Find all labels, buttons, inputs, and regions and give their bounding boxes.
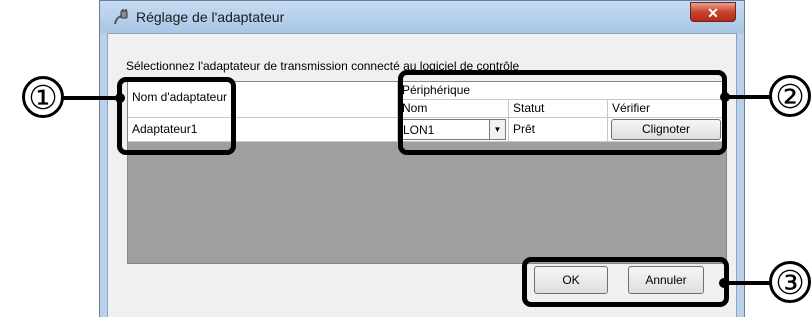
callout-dot-1 bbox=[115, 93, 125, 103]
callout-dot-3 bbox=[719, 278, 729, 288]
title-bar[interactable]: Réglage de l'adaptateur ✕ bbox=[100, 1, 744, 33]
callout-frame-1 bbox=[117, 77, 236, 155]
callout-leader-2 bbox=[725, 95, 770, 99]
callout-frame-2 bbox=[398, 70, 727, 155]
close-button[interactable]: ✕ bbox=[690, 2, 736, 22]
callout-number-3: ③ bbox=[769, 261, 811, 303]
callout-leader-1 bbox=[62, 96, 122, 100]
callout-number-2: ② bbox=[769, 75, 811, 117]
callout-number-1: ① bbox=[22, 76, 64, 118]
callout-frame-3 bbox=[522, 257, 729, 307]
adapter-plug-icon bbox=[114, 9, 128, 25]
callout-dot-2 bbox=[720, 92, 730, 102]
callout-leader-3 bbox=[724, 281, 770, 285]
window-title: Réglage de l'adaptateur bbox=[136, 9, 285, 25]
